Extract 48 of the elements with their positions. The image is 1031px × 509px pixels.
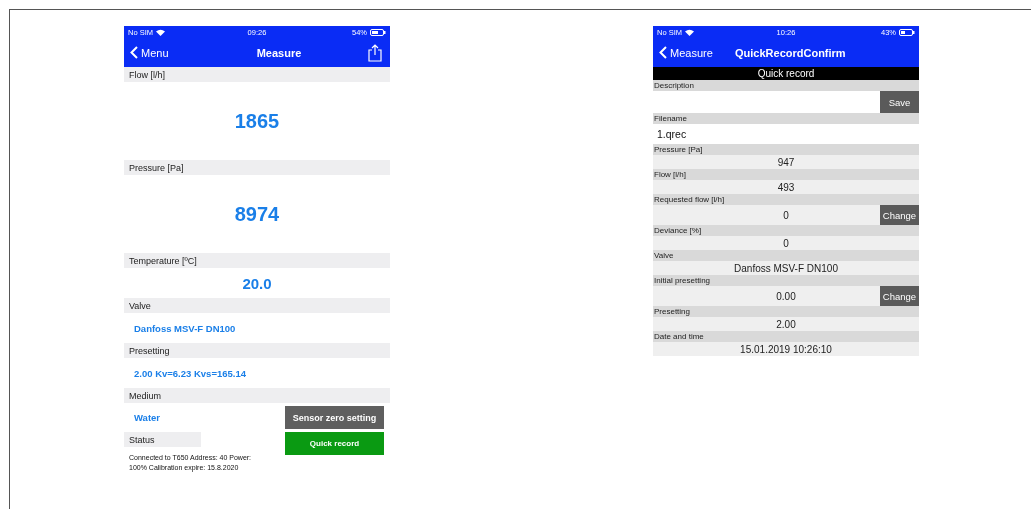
battery-icon: [899, 28, 915, 36]
section-header: Flow [l/h]: [124, 67, 390, 82]
field-label: Filename: [653, 113, 919, 124]
field-label: Valve: [653, 250, 919, 261]
field-value: 0: [783, 237, 789, 249]
wifi-icon: [685, 28, 694, 36]
reading-value: 20.0: [242, 274, 272, 292]
reading-value: Danfoss MSV-F DN100: [134, 322, 236, 334]
share-icon[interactable]: [368, 43, 382, 62]
field-label: Presetting: [653, 306, 919, 317]
field-value: Danfoss MSV-F DN100: [734, 262, 838, 274]
field-label: Description: [653, 80, 919, 91]
field-value: 15.01.2019 10:26:10: [740, 343, 832, 355]
save-button[interactable]: Save: [880, 91, 919, 113]
battery-icon: [370, 28, 386, 36]
section-header: Medium: [124, 388, 390, 403]
field-label: Date and time: [653, 331, 919, 342]
screen-title: Measure: [256, 46, 302, 59]
field-label: Initial presetting: [653, 275, 919, 286]
screen-title: QuickRecordConfirm: [735, 46, 846, 59]
reading-value: 1865: [234, 109, 280, 133]
reading-value: 8974: [234, 202, 280, 226]
field-value: 947: [777, 156, 795, 168]
field-label: Flow [l/h]: [653, 169, 919, 180]
field-value: 493: [777, 181, 795, 193]
change-button[interactable]: Change: [880, 205, 919, 225]
back-button[interactable]: Menu: [130, 46, 190, 59]
sensor-zero-button[interactable]: Sensor zero setting: [285, 406, 384, 429]
section-header: Presetting: [124, 343, 390, 358]
section-header: Valve: [124, 298, 390, 313]
field-label: Deviance [%]: [653, 225, 919, 236]
field-label: Requested flow [l/h]: [653, 194, 919, 205]
chevron-left-icon: [659, 46, 667, 59]
medium-value: Water: [134, 412, 161, 423]
field-label: Pressure [Pa]: [653, 144, 919, 155]
back-button[interactable]: Measure: [659, 46, 719, 59]
reading-value: 2.00 Kv=6.23 Kvs=165.14: [134, 367, 246, 379]
field-value: 0.00: [775, 290, 797, 302]
section-header: Status: [124, 432, 201, 447]
change-button[interactable]: Change: [880, 286, 919, 306]
banner-title: Quick record: [653, 67, 919, 80]
section-header: Pressure [Pa]: [124, 160, 390, 175]
field-value: 0: [782, 209, 790, 221]
section-header: Temperature [ºC]: [124, 253, 390, 268]
field-value: 2.00: [776, 318, 796, 330]
wifi-icon: [156, 28, 165, 36]
chevron-left-icon: [130, 46, 138, 59]
quick-record-button[interactable]: Quick record: [285, 432, 384, 455]
